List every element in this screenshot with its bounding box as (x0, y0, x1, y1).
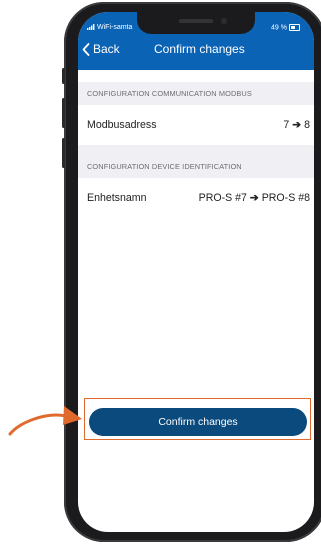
speaker-grille (179, 19, 213, 23)
change-row-modbusadress: Modbusadress 7 ➔ 8 (78, 105, 314, 145)
changes-list: CONFIGURATION COMMUNICATION MODBUS Modbu… (78, 82, 314, 218)
right-arrow-icon: ➔ (292, 119, 302, 131)
row-label: Modbusadress (87, 119, 157, 131)
carrier-text: WiFi-samta (97, 24, 133, 31)
section-header-modbus: CONFIGURATION COMMUNICATION MODBUS (78, 82, 314, 105)
back-label: Back (93, 42, 120, 56)
row-change-value: PRO-S #7 ➔ PRO-S #8 (199, 192, 310, 204)
new-value: PRO-S #8 (261, 192, 310, 204)
page-title: Confirm changes (154, 42, 245, 56)
old-value: PRO-S #7 (198, 192, 247, 204)
annotation-arrow (8, 406, 82, 436)
status-battery: 49 % (271, 24, 300, 31)
new-value: 8 (304, 119, 310, 131)
section-gap (78, 145, 314, 155)
row-change-value: 7 ➔ 8 (283, 119, 310, 131)
status-carrier: WiFi-samta (87, 24, 132, 31)
change-row-enhetsnamn: Enhetsnamn PRO-S #7 ➔ PRO-S #8 (78, 178, 314, 218)
front-camera (221, 18, 227, 24)
section-header-device-identification: CONFIGURATION DEVICE IDENTIFICATION (78, 155, 314, 178)
old-value: 7 (283, 119, 290, 131)
back-button[interactable]: Back (82, 42, 120, 56)
volume-up-button (62, 98, 65, 128)
chevron-left-icon (82, 42, 90, 56)
row-label: Enhetsnamn (87, 192, 147, 204)
volume-down-button (62, 138, 65, 168)
navigation-bar: WiFi-samta 49 % Back Confirm changes (78, 12, 314, 70)
phone-notch (137, 12, 255, 34)
mute-switch (62, 68, 65, 84)
signal-icon (87, 24, 95, 31)
right-arrow-icon: ➔ (249, 192, 259, 204)
phone-screen: WiFi-samta 49 % Back Confirm changes CON… (78, 12, 314, 532)
annotation-highlight-box (84, 398, 311, 440)
battery-text: 49 % (271, 24, 287, 32)
battery-icon (289, 24, 300, 31)
